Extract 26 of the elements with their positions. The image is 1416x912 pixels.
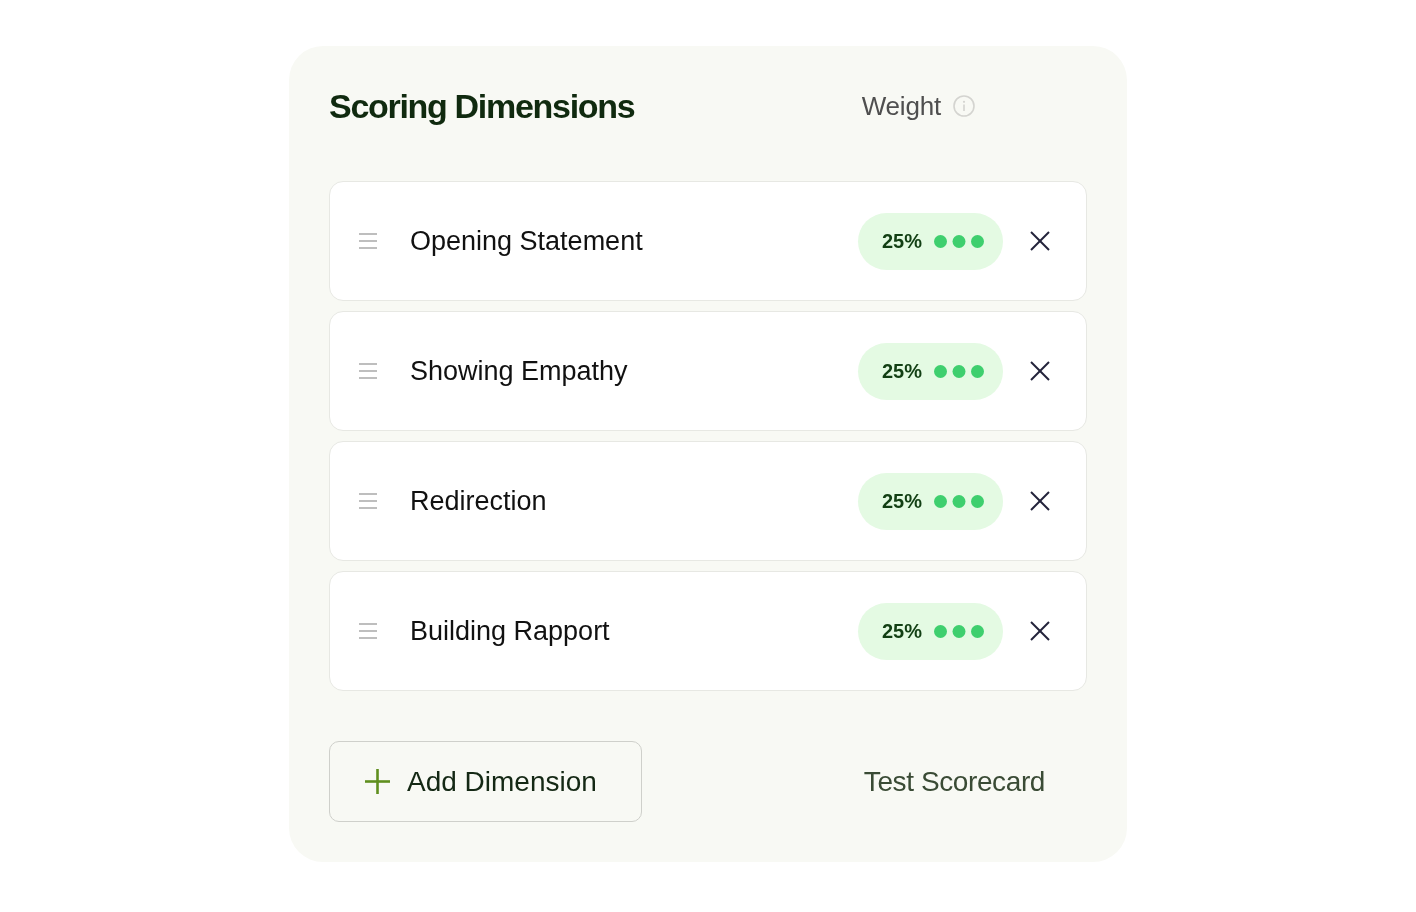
drag-handle-icon[interactable]	[359, 363, 377, 379]
weight-selector[interactable]: 25%	[857, 212, 1003, 270]
dimension-name: Showing Empathy	[410, 355, 629, 387]
plus-icon	[365, 769, 390, 794]
close-icon[interactable]	[1030, 231, 1050, 251]
dots-icon	[934, 494, 984, 508]
dimension-name: Opening Statement	[410, 225, 644, 257]
test-scorecard-button[interactable]: Test Scorecard	[863, 765, 1045, 798]
dots-icon	[934, 364, 984, 378]
close-icon[interactable]	[1030, 361, 1050, 381]
close-icon[interactable]	[1030, 621, 1050, 641]
drag-handle-icon[interactable]	[359, 623, 377, 639]
weight-label: Weight	[861, 90, 941, 122]
info-icon[interactable]	[953, 95, 975, 117]
weight-selector[interactable]: 25%	[857, 602, 1003, 660]
drag-handle-icon[interactable]	[359, 233, 377, 249]
dimension-name: Building Rapport	[410, 615, 611, 647]
section-title: Scoring Dimensions	[329, 86, 635, 126]
weight-selector[interactable]: 25%	[857, 472, 1003, 530]
add-dimension-button[interactable]: Add Dimension	[329, 741, 642, 822]
dimension-name: Redirection	[410, 485, 548, 517]
drag-handle-icon[interactable]	[359, 493, 377, 509]
dots-icon	[934, 234, 984, 248]
dots-icon	[934, 624, 984, 638]
close-icon[interactable]	[1030, 491, 1050, 511]
weight-selector[interactable]: 25%	[857, 342, 1003, 400]
